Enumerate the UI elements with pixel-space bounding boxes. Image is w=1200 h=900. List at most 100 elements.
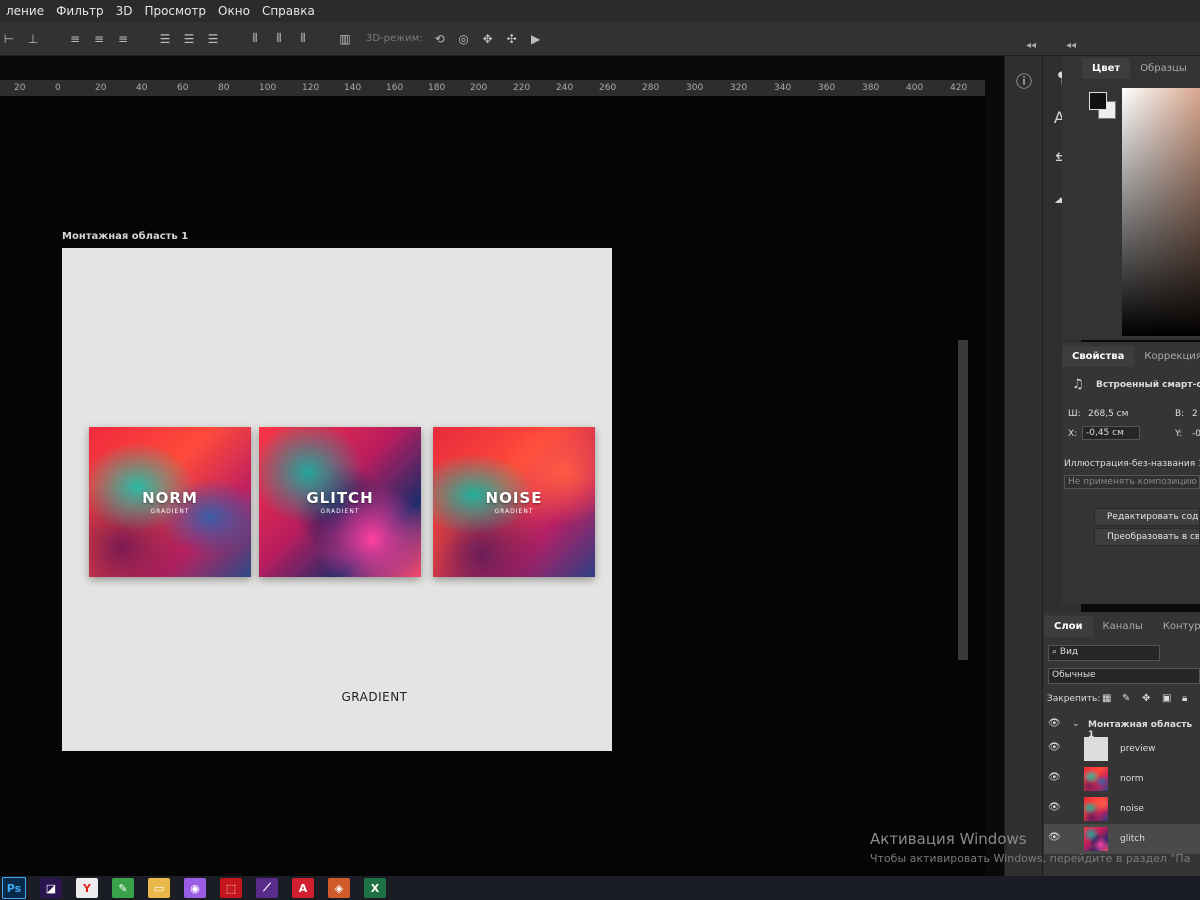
3d-drag-icon[interactable]: ✥: [481, 32, 495, 46]
ruler-tick: 340: [774, 83, 792, 93]
taskbar-photoshop[interactable]: Ps: [2, 877, 26, 899]
tab-properties[interactable]: Свойства: [1062, 346, 1135, 367]
artboard-label[interactable]: Монтажная область 1: [62, 231, 188, 242]
visibility-eye-icon[interactable]: 👁︎: [1048, 718, 1061, 729]
lock-all-icon[interactable]: 🔒︎: [1182, 693, 1187, 704]
tab-layers[interactable]: Слои: [1044, 616, 1093, 637]
lock-pixels-icon[interactable]: ▦: [1102, 693, 1111, 704]
artboard-card-norm[interactable]: NORM GRADIENT: [89, 427, 251, 577]
menu-item-view[interactable]: Просмотр: [138, 4, 212, 18]
menu-item-window[interactable]: Окно: [212, 4, 256, 18]
lock-artboard-icon[interactable]: ▣: [1162, 693, 1171, 704]
visibility-eye-icon[interactable]: 👁︎: [1048, 832, 1061, 843]
auto-align-icon[interactable]: ▥: [338, 32, 352, 46]
layer-name: norm: [1120, 774, 1144, 784]
tab-paths[interactable]: Контуры: [1153, 616, 1200, 637]
windows-activation-subtitle: Чтобы активировать Windows, перейдите в …: [870, 852, 1191, 865]
taskbar-yandex-icon[interactable]: Y: [76, 878, 98, 898]
lock-label: Закрепить:: [1047, 694, 1101, 704]
distribute-left-icon[interactable]: ⫴: [248, 31, 262, 46]
width-label: Ш:: [1068, 409, 1081, 419]
visibility-eye-icon[interactable]: 👁︎: [1048, 772, 1061, 783]
layer-thumbnail: [1084, 737, 1108, 761]
3d-mode-label: 3D-режим:: [366, 33, 423, 44]
menu-item-filter[interactable]: Фильтр: [50, 4, 109, 18]
foreground-color-swatch[interactable]: [1089, 92, 1107, 110]
distribute-center-icon[interactable]: ⫴: [272, 31, 286, 46]
layer-row-selected[interactable]: 👁︎ glitch: [1044, 824, 1200, 854]
ruler-tick: 240: [556, 83, 574, 93]
distribute-top-icon[interactable]: ☰: [158, 32, 172, 46]
layers-tabs: Слои Каналы Контуры: [1044, 616, 1200, 637]
canvas-vertical-scrollbar[interactable]: [958, 340, 968, 660]
y-value[interactable]: -0: [1192, 429, 1200, 439]
taskbar-vs-icon[interactable]: ⟋: [256, 878, 278, 898]
distribute-right-icon[interactable]: ⫴: [296, 31, 310, 46]
taskbar-app2-icon[interactable]: ◈: [328, 878, 350, 898]
ruler-tick: 20: [95, 83, 107, 93]
layer-row[interactable]: 👁︎ norm: [1044, 764, 1200, 794]
layer-filter-select[interactable]: ⌕ Вид: [1048, 645, 1160, 661]
x-input[interactable]: -0,45 см: [1082, 426, 1140, 440]
artboard-card-noise[interactable]: NOISE GRADIENT: [433, 427, 595, 577]
menu-item-help[interactable]: Справка: [256, 4, 321, 18]
distribute-middle-icon[interactable]: ☰: [182, 32, 196, 46]
card-title: GLITCH: [306, 489, 374, 507]
align-hright-icon[interactable]: ≡: [116, 32, 130, 46]
layer-comp-select[interactable]: Не применять композицию сл: [1064, 475, 1200, 489]
3d-roll-icon[interactable]: ◎: [457, 32, 471, 46]
collapse-icon[interactable]: ◂◂: [1026, 40, 1036, 51]
tab-swatches[interactable]: Образцы: [1130, 58, 1197, 79]
edit-contents-button[interactable]: Редактировать содер: [1094, 508, 1200, 526]
layer-filter-value: Вид: [1059, 647, 1079, 657]
height-label: В:: [1175, 409, 1185, 419]
3d-rotate-icon[interactable]: ⟲: [433, 32, 447, 46]
taskbar-autocad-icon[interactable]: A: [292, 878, 314, 898]
ruler-tick: 60: [177, 83, 189, 93]
ruler-tick: 40: [136, 83, 148, 93]
taskbar-app-icon[interactable]: ◉: [184, 878, 206, 898]
chevron-down-icon[interactable]: ⌄: [1072, 719, 1080, 729]
menu-item-3d[interactable]: 3D: [110, 4, 139, 18]
menu-bar: ление Фильтр 3D Просмотр Окно Справка: [0, 0, 1200, 22]
height-value[interactable]: 2: [1192, 409, 1198, 419]
taskbar-folder-icon[interactable]: ▭: [148, 878, 170, 898]
align-hcenter-icon[interactable]: ≡: [92, 32, 106, 46]
ruler-tick: 420: [950, 83, 968, 93]
taskbar-premiere-icon[interactable]: ◪: [40, 878, 62, 898]
width-value[interactable]: 268,5 см: [1088, 409, 1128, 419]
tab-channels[interactable]: Каналы: [1093, 616, 1153, 637]
color-picker-field[interactable]: [1122, 88, 1200, 336]
card-title: NOISE: [485, 489, 543, 507]
lock-brush-icon[interactable]: ✎: [1122, 693, 1130, 704]
visibility-eye-icon[interactable]: 👁︎: [1048, 742, 1061, 753]
info-icon[interactable]: ⓘ: [1005, 68, 1043, 92]
layer-row[interactable]: 👁︎ preview: [1044, 734, 1200, 764]
lock-position-icon[interactable]: ✥: [1142, 693, 1150, 704]
card-title: NORM: [142, 489, 198, 507]
layer-row[interactable]: 👁︎ noise: [1044, 794, 1200, 824]
convert-linked-button[interactable]: Преобразовать в связ: [1094, 528, 1200, 546]
taskbar-excel-icon[interactable]: X: [364, 878, 386, 898]
ruler-tick: 180: [428, 83, 446, 93]
3d-slide-icon[interactable]: ✣: [505, 32, 519, 46]
align-hleft-icon[interactable]: ≡: [68, 32, 82, 46]
layer-thumbnail: [1084, 797, 1108, 821]
layer-name: glitch: [1120, 834, 1145, 844]
x-label: X:: [1068, 429, 1078, 439]
align-bottom-icon[interactable]: ⊥: [26, 32, 40, 46]
tab-color[interactable]: Цвет: [1082, 58, 1131, 79]
taskbar-acrobat-icon[interactable]: ⬚: [220, 878, 242, 898]
collapse-icon[interactable]: ◂◂: [1066, 40, 1076, 51]
distribute-bottom-icon[interactable]: ☰: [206, 32, 220, 46]
visibility-eye-icon[interactable]: 👁︎: [1048, 802, 1061, 813]
menu-item-edit[interactable]: ление: [0, 4, 50, 18]
tab-adjustments[interactable]: Коррекция: [1134, 346, 1200, 367]
taskbar-notes-icon[interactable]: ✎: [112, 878, 134, 898]
3d-camera-icon[interactable]: ▶: [529, 32, 543, 46]
properties-tabs: Свойства Коррекция: [1062, 346, 1200, 367]
artboard-card-glitch[interactable]: GLITCH GRADIENT: [259, 427, 421, 577]
align-left-icon[interactable]: ⊢: [2, 32, 16, 46]
ruler-tick: 100: [259, 83, 277, 93]
blend-mode-select[interactable]: Обычные: [1048, 668, 1200, 684]
